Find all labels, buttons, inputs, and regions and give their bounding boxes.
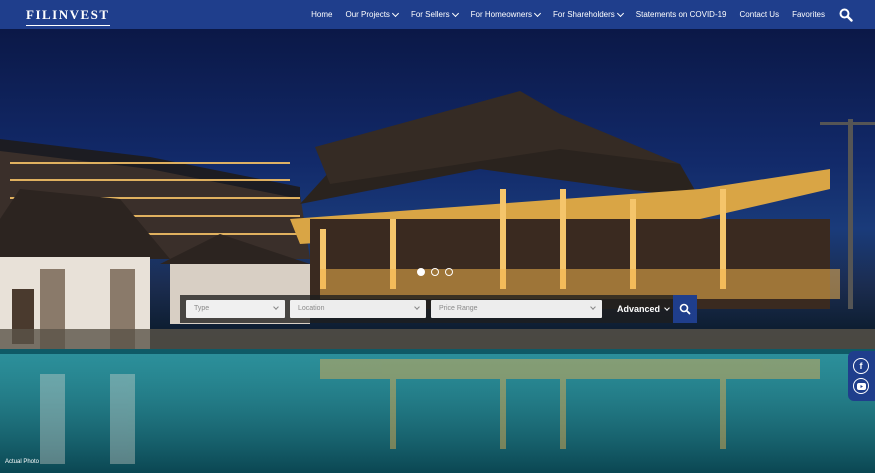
slider-dot-1[interactable] [417,268,425,276]
chevron-down-icon [273,304,279,310]
nav-our-projects[interactable]: Our Projects [345,9,399,19]
chevron-down-icon [533,9,542,17]
nav-label: For Shareholders [552,10,615,19]
nav-for-sellers[interactable]: For Sellers [410,9,459,19]
nav-label: For Sellers [410,10,450,19]
chevron-down-icon [414,304,420,310]
nav-label: For Homeowners [470,10,532,19]
price-range-select[interactable]: Price Range [431,300,602,318]
resort-night-illustration [0,91,875,473]
property-search-bar: Type Location Price Range Advanced [180,295,697,323]
logo-underline [26,25,110,26]
hero-image [0,29,875,473]
chevron-down-icon [616,9,624,17]
chevron-down-icon [590,304,596,310]
social-links: f [848,351,875,401]
nav-label: Statements on COVID-19 [635,10,727,19]
location-select[interactable]: Location [290,300,426,318]
location-placeholder: Location [298,305,325,312]
filinvest-logo[interactable]: FILINVEST [26,7,110,26]
nav-covid-statements[interactable]: Statements on COVID-19 [636,10,727,19]
youtube-icon[interactable] [853,378,869,394]
price-range-placeholder: Price Range [439,305,478,312]
chevron-down-icon [451,9,459,17]
advanced-label: Advanced [617,304,661,314]
nav-contact-us[interactable]: Contact Us [740,10,780,19]
photo-caption: Actual Photo [5,459,40,465]
search-icon [679,303,691,315]
slider-dot-3[interactable] [445,268,453,276]
nav-label: Contact Us [739,10,780,19]
nav-for-shareholders[interactable]: For Shareholders [552,9,624,19]
search-icon[interactable] [839,8,853,22]
nav-for-homeowners[interactable]: For Homeowners [470,9,542,19]
nav-favorites[interactable]: Favorites [792,10,825,19]
facebook-icon[interactable]: f [853,358,869,374]
slider-dots [417,268,459,276]
nav-label: Favorites [792,10,825,19]
logo-text: FILINVEST [26,7,110,22]
advanced-toggle[interactable]: Advanced [617,304,670,314]
type-select[interactable]: Type [186,300,285,318]
nav-home[interactable]: Home [311,10,332,19]
type-placeholder: Type [194,305,210,312]
chevron-down-icon [664,304,670,311]
chevron-down-icon [391,9,399,17]
search-button[interactable] [673,295,697,323]
slider-dot-2[interactable] [431,268,439,276]
nav-label: Our Projects [345,10,390,19]
nav-label: Home [311,10,333,19]
main-nav: Home Our Projects For Sellers For Homeow… [298,0,853,29]
facebook-glyph: f [859,361,863,371]
top-navigation-bar: FILINVEST Home Our Projects For Sellers … [0,0,875,29]
